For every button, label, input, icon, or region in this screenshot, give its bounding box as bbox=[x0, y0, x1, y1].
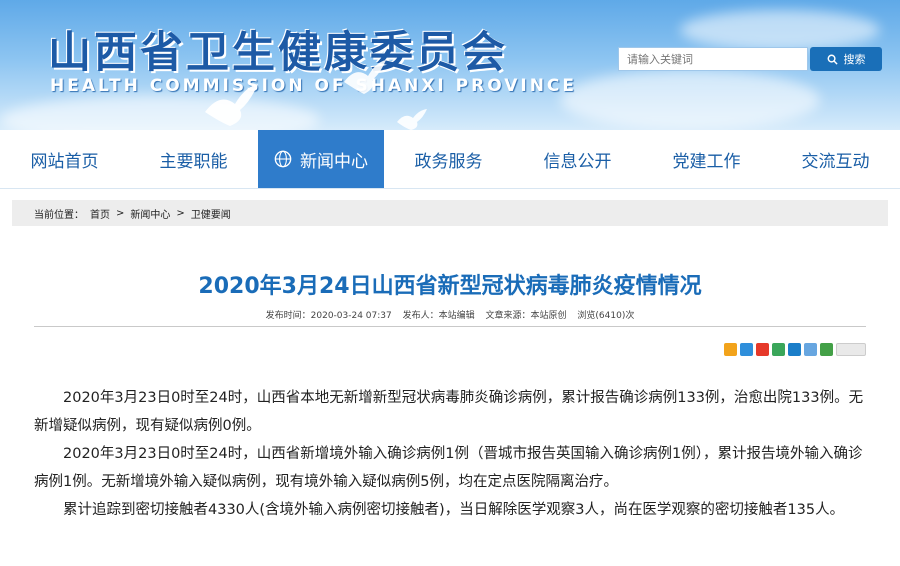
dove-icon bbox=[344, 60, 386, 94]
nav-item-label: 主要职能 bbox=[159, 151, 228, 172]
qzone-icon[interactable] bbox=[724, 343, 737, 356]
article-origin: 文章来源：本站原创 bbox=[485, 311, 567, 321]
breadcrumb-link-home[interactable]: 首页 bbox=[90, 206, 110, 221]
search-input[interactable] bbox=[618, 47, 808, 71]
wechat-icon[interactable] bbox=[772, 343, 785, 356]
breadcrumb-separator: > bbox=[176, 207, 185, 219]
site-header: 山西省卫生健康委员会 HEALTH COMMISSION OF SHANXI P… bbox=[0, 0, 900, 130]
nav-item-home[interactable]: 网站首页 bbox=[0, 130, 129, 188]
breadcrumb-link-news[interactable]: 新闻中心 bbox=[130, 206, 170, 221]
nav-item-label: 网站首页 bbox=[30, 151, 99, 172]
article-title: 2020年3月24日山西省新型冠状病毒肺炎疫情情况 bbox=[198, 274, 702, 299]
site-title: 山西省卫生健康委员会 bbox=[48, 28, 508, 78]
search-button-label: 搜索 bbox=[843, 53, 866, 66]
nav-item-functions[interactable]: 主要职能 bbox=[129, 130, 258, 188]
cloud-decoration bbox=[560, 70, 820, 130]
article-paragraph: 2020年3月23日0时至24时，山西省新增境外输入确诊病例1例（晋城市报告英国… bbox=[34, 446, 863, 490]
search-icon bbox=[827, 54, 838, 65]
nav-item-information-disclosure[interactable]: 信息公开 bbox=[513, 130, 642, 188]
view-count: 浏览(6410)次 bbox=[577, 311, 635, 321]
divider bbox=[34, 326, 866, 327]
nav-item-government-services[interactable]: 政务服务 bbox=[384, 130, 513, 188]
cloud-decoration bbox=[680, 10, 880, 50]
article-body: 2020年3月23日0时至24时，山西省本地无新增新型冠状病毒肺炎确诊病例，累计… bbox=[34, 384, 866, 524]
article-paragraph: 累计追踪到密切接触者4330人(含境外输入病例密切接触者)，当日解除医学观察3人… bbox=[63, 502, 845, 518]
breadcrumb-prefix: 当前位置： bbox=[34, 209, 84, 221]
douban-icon[interactable] bbox=[820, 343, 833, 356]
article-meta: 发布时间：2020-03-24 07:37 发布人：本站编辑 文章来源：本站原创… bbox=[0, 308, 900, 321]
nav-item-news[interactable]: 新闻中心 bbox=[258, 130, 384, 188]
tencent-weibo-icon[interactable] bbox=[756, 343, 769, 356]
nav-item-party-building[interactable]: 党建工作 bbox=[642, 130, 771, 188]
nav-item-label: 交流互动 bbox=[801, 151, 870, 172]
nav-item-label: 政务服务 bbox=[414, 151, 483, 172]
site-subtitle: HEALTH COMMISSION OF SHANXI PROVINCE bbox=[50, 76, 578, 96]
nav-item-label: 信息公开 bbox=[543, 151, 612, 172]
dove-icon bbox=[205, 84, 258, 126]
share-bar bbox=[724, 343, 866, 356]
cloud-decoration bbox=[0, 95, 320, 130]
nav-item-label: 党建工作 bbox=[672, 151, 741, 172]
breadcrumb: 当前位置： 首页 > 新闻中心 > 卫健要闻 bbox=[12, 200, 888, 226]
globe-icon bbox=[274, 150, 292, 168]
more-share-icon[interactable] bbox=[836, 343, 866, 356]
dove-icon bbox=[397, 109, 427, 130]
main-nav: 网站首页 主要职能 新闻中心 政务服务 信息公开 党建工作 交流互动 bbox=[0, 130, 900, 189]
breadcrumb-link-health-news[interactable]: 卫健要闻 bbox=[191, 206, 231, 221]
kaixin-icon[interactable] bbox=[804, 343, 817, 356]
weibo-icon[interactable] bbox=[740, 343, 753, 356]
search-button[interactable]: 搜索 bbox=[810, 47, 882, 71]
publisher: 发布人：本站编辑 bbox=[402, 311, 475, 321]
nav-item-interaction[interactable]: 交流互动 bbox=[771, 130, 900, 188]
renren-icon[interactable] bbox=[788, 343, 801, 356]
article-paragraph: 2020年3月23日0时至24时，山西省本地无新增新型冠状病毒肺炎确诊病例，累计… bbox=[34, 390, 864, 434]
breadcrumb-separator: > bbox=[116, 207, 125, 219]
publish-date: 发布时间：2020-03-24 07:37 bbox=[265, 311, 392, 321]
nav-item-label: 新闻中心 bbox=[300, 151, 368, 172]
